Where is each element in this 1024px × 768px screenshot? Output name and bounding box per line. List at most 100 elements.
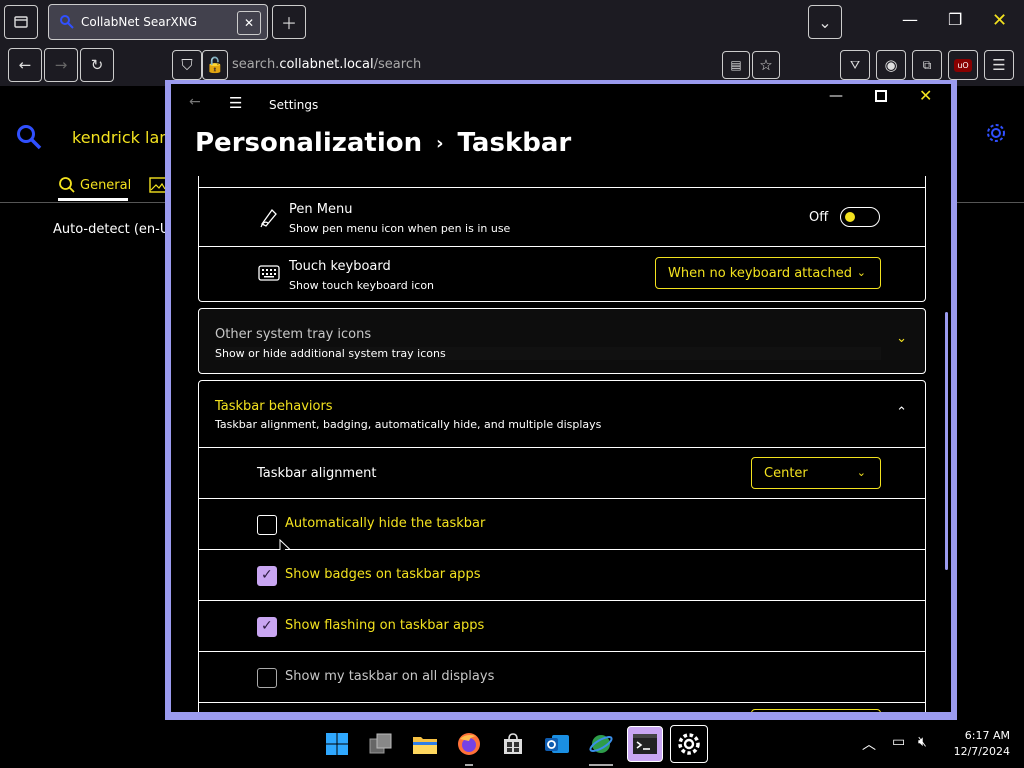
auto-hide-checkbox[interactable] (257, 515, 277, 535)
browser-tab-active[interactable]: CollabNet SearXNG ✕ (48, 4, 268, 40)
flashing-checkbox[interactable] (257, 617, 277, 637)
extensions-button[interactable]: ⧉ (912, 50, 942, 80)
settings-scrollbar[interactable] (945, 312, 948, 570)
tab-general-label: General (80, 177, 132, 193)
other-tray-icons-expander[interactable]: Other system tray icons Show or hide add… (198, 308, 926, 374)
badges-row: Show badges on taskbar apps (198, 550, 926, 601)
tab-title: CollabNet SearXNG (81, 15, 198, 29)
gear-icon[interactable] (985, 122, 1007, 144)
active-tab-indicator (58, 198, 128, 201)
pen-menu-title: Pen Menu (289, 202, 353, 217)
running-indicator (589, 764, 613, 766)
clock-date: 12/7/2024 (953, 745, 1010, 758)
start-button[interactable] (321, 728, 353, 760)
taskbar-alignment-dropdown[interactable]: Center ⌄ (751, 457, 881, 489)
microsoft-store-button[interactable] (497, 728, 529, 760)
site-info-button[interactable]: 🔓 (202, 50, 228, 80)
gear-icon (678, 733, 700, 755)
tab-overview-button[interactable] (4, 5, 38, 39)
all-displays-checkbox[interactable] (257, 668, 277, 688)
reload-button[interactable]: ↻ (80, 48, 114, 82)
account-button[interactable]: ◉ (876, 50, 906, 80)
file-explorer-button[interactable] (409, 728, 441, 760)
tab-general[interactable]: General (58, 176, 167, 194)
outlook-button[interactable] (541, 728, 573, 760)
ublock-icon: uO (954, 58, 972, 72)
url-text[interactable]: search.collabnet.local/search (232, 57, 421, 72)
close-icon: ✕ (243, 16, 255, 30)
taskbar-alignment-label: Taskbar alignment (257, 466, 377, 481)
taskbar-clock[interactable]: 6:17 AM 12/7/2024 (946, 728, 1010, 760)
url-path: /search (373, 57, 422, 72)
touch-keyboard-subtitle: Show touch keyboard icon (289, 279, 435, 292)
arrow-left-icon: ← (189, 94, 201, 110)
pen-menu-toggle-label: Off (809, 210, 829, 225)
menu-button[interactable]: ☰ (984, 50, 1014, 80)
reload-icon: ↻ (90, 56, 104, 74)
settings-title-bar: ← ☰ Settings — ✕ (171, 84, 951, 124)
store-icon (504, 733, 522, 754)
pen-menu-toggle[interactable] (840, 207, 880, 227)
chevron-right-icon: › (436, 132, 444, 154)
touch-keyboard-dropdown-value: When no keyboard attached (668, 265, 852, 281)
puzzle-icon: ⧉ (922, 57, 932, 72)
tracking-protection-button[interactable]: ⛉ (172, 50, 202, 80)
windows-taskbar: ︿ ▭ 🔇︎ 6:17 AM 12/7/2024 (0, 720, 1024, 768)
close-icon: ✕ (919, 86, 933, 105)
network-icon[interactable]: ▭ (892, 734, 905, 750)
firefox-button[interactable] (453, 728, 485, 766)
task-view-button[interactable] (365, 728, 397, 760)
forward-button[interactable]: → (44, 48, 78, 82)
bookmark-button[interactable]: ☆ (752, 51, 780, 79)
task-view-icon (369, 733, 392, 754)
minimize-browser-button[interactable]: — (902, 10, 918, 29)
searxng-favicon-icon (60, 15, 74, 29)
language-select[interactable]: Auto-detect (en-US (53, 222, 178, 237)
list-all-tabs-button[interactable]: ⌄ (808, 5, 842, 39)
other-tray-subtitle: Show or hide additional system tray icon… (215, 347, 881, 360)
terminal-button[interactable] (627, 726, 663, 762)
settings-maximize-button[interactable] (875, 90, 887, 102)
url-host: collabnet.local (279, 57, 374, 72)
badges-label: Show badges on taskbar apps (285, 567, 481, 582)
divider (0, 202, 165, 203)
new-tab-button[interactable]: ＋ (272, 5, 306, 39)
volume-muted-icon[interactable]: 🔇︎ (918, 734, 927, 750)
settings-minimize-button[interactable]: — (829, 88, 843, 104)
settings-back-button[interactable]: ← (189, 94, 201, 110)
taskbar-behaviors-expander[interactable]: Taskbar behaviors Taskbar alignment, bad… (198, 380, 926, 448)
chevron-up-icon: ︿ (862, 737, 876, 753)
tab-close-button[interactable]: ✕ (237, 11, 261, 35)
other-tray-title: Other system tray icons (215, 327, 372, 342)
browser-tab-bar: CollabNet SearXNG ✕ ＋ ⌄ — ❐ ✕ (0, 0, 1024, 44)
outlook-icon (545, 735, 569, 753)
network-app-button[interactable] (585, 728, 617, 766)
back-button[interactable]: ← (8, 48, 42, 82)
partial-dropdown[interactable] (751, 709, 881, 712)
running-indicator (465, 764, 473, 766)
plus-icon: ＋ (280, 14, 297, 33)
pocket-icon: ⛛ (849, 57, 861, 72)
url-subdomain: search. (232, 57, 280, 72)
hamburger-icon: ☰ (229, 94, 243, 112)
touch-keyboard-dropdown[interactable]: When no keyboard attached ⌄ (655, 257, 881, 289)
restore-browser-button[interactable]: ❐ (948, 10, 962, 29)
search-icon[interactable] (16, 124, 42, 150)
reader-icon: ▤ (730, 58, 742, 72)
settings-close-button[interactable]: ✕ (919, 86, 932, 105)
all-displays-row: Show my taskbar on all displays (198, 652, 926, 703)
arrow-right-icon: → (54, 56, 68, 74)
show-hidden-icons-button[interactable]: ︿ (862, 734, 876, 754)
pocket-button[interactable]: ⛛ (840, 50, 870, 80)
settings-taskbar-button[interactable] (670, 725, 708, 763)
ublock-button[interactable]: uO (948, 50, 978, 80)
reader-view-button[interactable]: ▤ (722, 51, 750, 79)
touch-keyboard-title: Touch keyboard (289, 259, 391, 274)
breadcrumb-personalization[interactable]: Personalization (195, 128, 422, 158)
badges-checkbox[interactable] (257, 566, 277, 586)
lock-icon: 🔓 (205, 56, 225, 74)
close-browser-button[interactable]: ✕ (992, 10, 1007, 31)
settings-nav-menu-button[interactable]: ☰ (229, 94, 242, 112)
next-row-partial (198, 703, 926, 712)
pen-menu-row: Pen Menu Show pen menu icon when pen is … (198, 188, 926, 247)
